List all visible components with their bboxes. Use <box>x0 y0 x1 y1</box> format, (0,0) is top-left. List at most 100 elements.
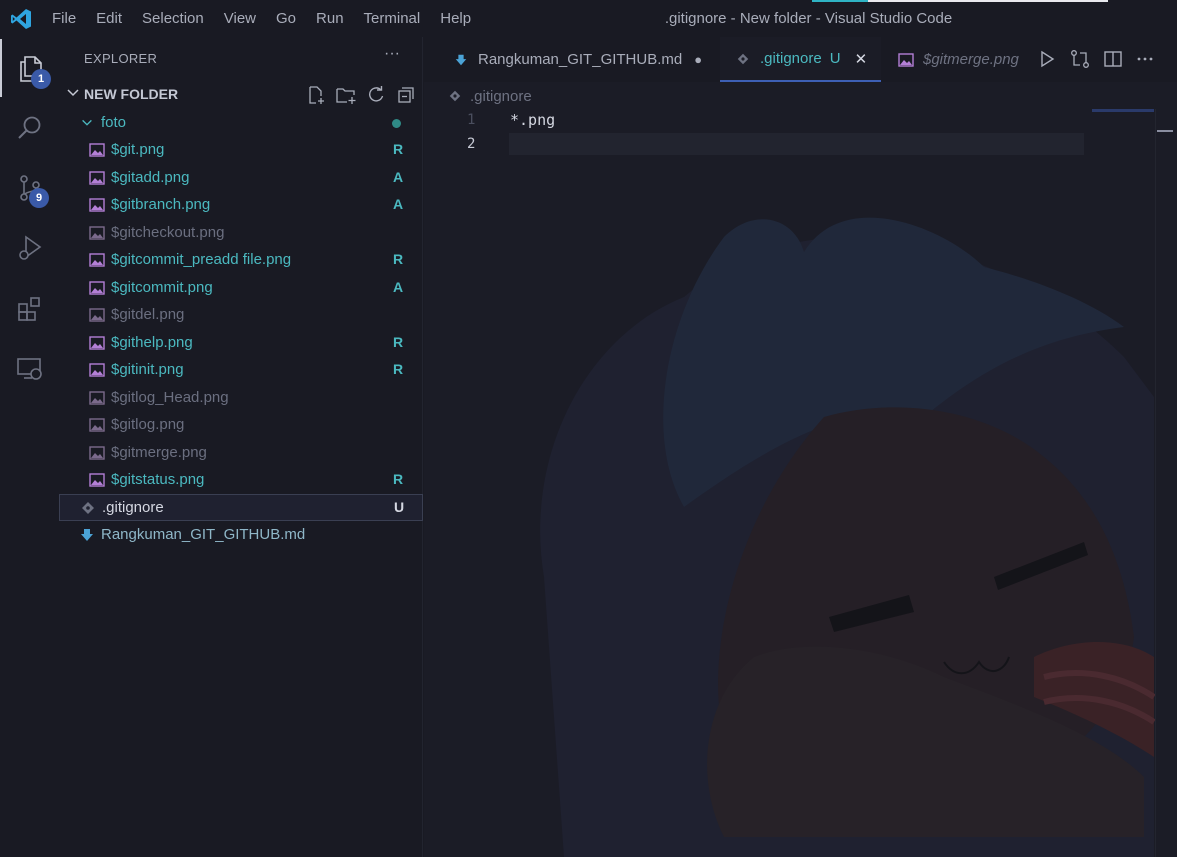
file-rangkuman-md[interactable]: Rangkuman_GIT_GITHUB.md <box>59 522 423 549</box>
editor-background-image <box>540 217 1156 857</box>
file-gitignore-label: .gitignore <box>102 499 164 516</box>
line-number-2: 2 <box>467 136 476 152</box>
git-diamond-icon <box>737 53 749 64</box>
file-name: $git.png <box>111 141 165 158</box>
image-icon <box>89 390 105 405</box>
file-row[interactable]: $gitadd.png A <box>59 165 423 192</box>
file-git-status: A <box>392 278 404 295</box>
collapse-all-icon <box>398 87 414 103</box>
scm-badge: 9 <box>29 188 49 208</box>
more-actions-icon[interactable] <box>1135 49 1155 69</box>
run-icon[interactable] <box>1037 49 1057 69</box>
editor-tabs: Rangkuman_GIT_GITHUB.md ● .gitignore U ✕… <box>424 37 1177 82</box>
file-name: $gitadd.png <box>111 168 190 186</box>
image-icon <box>898 52 914 67</box>
file-git-status: R <box>392 471 404 487</box>
search-icon <box>17 116 40 139</box>
file-name: $gitstatus.png <box>111 471 205 488</box>
file-row[interactable]: $gitcommit.png A <box>59 275 423 302</box>
refresh-button[interactable] <box>365 84 387 106</box>
file-name: $gitbranch.png <box>111 196 211 213</box>
new-file-button[interactable] <box>305 84 327 106</box>
file-name: $gitcommit_preadd file.png <box>111 251 292 268</box>
workspace-folder[interactable]: NEW FOLDER <box>59 83 423 107</box>
breadcrumb-file[interactable]: .gitignore <box>470 88 532 105</box>
image-icon <box>89 225 105 240</box>
file-row[interactable]: $gitcommit_preadd file.png R <box>59 247 423 274</box>
file-gitignore[interactable]: .gitignore U <box>59 494 423 521</box>
file-git-status: A <box>392 196 404 212</box>
vertical-scrollbar[interactable] <box>1155 109 1177 857</box>
image-icon <box>89 308 105 322</box>
activity-extensions[interactable] <box>0 279 59 337</box>
file-name: $gitinit.png <box>111 361 184 378</box>
file-row[interactable]: $gitbranch.png A <box>59 192 423 219</box>
activity-explorer[interactable]: 1 <box>0 39 59 97</box>
explorer-badge: 1 <box>31 69 51 89</box>
image-icon <box>89 473 105 487</box>
file-row[interactable]: $githelp.png R <box>59 330 423 357</box>
new-folder-button[interactable] <box>335 84 357 106</box>
scrollbar-cursor-marker <box>1157 130 1173 132</box>
explorer-more-button[interactable]: ··· <box>384 45 400 63</box>
file-git-status: R <box>392 361 404 377</box>
git-diamond-icon <box>82 502 94 514</box>
tab-gitignore-status: U <box>829 50 841 67</box>
activity-run-debug[interactable] <box>0 219 59 277</box>
collapse-all-button[interactable] <box>395 84 417 106</box>
tab-rangkuman[interactable]: Rangkuman_GIT_GITHUB.md ● <box>424 37 720 82</box>
markdown-arrow-icon <box>455 54 467 65</box>
tab-modified-dot[interactable]: ● <box>694 52 702 67</box>
markdown-arrow-icon <box>81 529 93 541</box>
refresh-icon <box>369 86 384 102</box>
file-row[interactable]: $git.png R <box>59 137 423 164</box>
image-icon <box>89 170 105 185</box>
file-rangkuman-label: Rangkuman_GIT_GITHUB.md <box>101 526 306 543</box>
image-icon <box>89 363 105 377</box>
file-row[interactable]: $gitinit.png R <box>59 357 423 384</box>
folder-foto-label: foto <box>101 114 127 131</box>
file-row[interactable]: $gitstatus.png R <box>59 467 423 494</box>
extensions-icon <box>17 297 40 321</box>
image-icon <box>89 335 105 350</box>
file-row[interactable]: $gitdel.png <box>59 302 423 329</box>
current-line-highlight <box>509 133 1084 155</box>
chevron-down-icon <box>82 119 92 126</box>
file-git-status: A <box>392 168 404 185</box>
explorer-header: EXPLORER <box>84 51 158 66</box>
folder-foto[interactable]: foto <box>59 110 423 137</box>
file-name: $gitcheckout.png <box>111 223 225 241</box>
file-git-status: R <box>392 141 404 157</box>
code-line-1[interactable]: *.png <box>510 111 555 129</box>
activity-search[interactable] <box>0 99 59 157</box>
tab-close-button[interactable]: ✕ <box>855 50 868 68</box>
explorer-sidebar: EXPLORER ··· NEW FOLDER foto $git.png R … <box>59 37 423 857</box>
activity-source-control[interactable]: 9 <box>0 159 59 217</box>
file-row[interactable]: $gitlog_Head.png <box>59 385 423 412</box>
window-title: .gitignore - New folder - Visual Studio … <box>664 10 953 27</box>
tab-gitignore[interactable]: .gitignore U ✕ <box>720 37 881 82</box>
file-row[interactable]: $gitmerge.png <box>59 440 423 467</box>
file-row[interactable]: $gitcheckout.png <box>59 220 423 247</box>
breadcrumb: .gitignore <box>448 85 532 107</box>
activity-remote-explorer[interactable] <box>0 339 59 397</box>
file-git-status: R <box>392 333 404 350</box>
file-name: $gitmerge.png <box>111 443 207 461</box>
line-number-1: 1 <box>467 112 476 128</box>
image-icon <box>89 253 105 267</box>
file-name: $gitcommit.png <box>111 278 213 296</box>
image-icon <box>89 418 105 432</box>
compare-changes-icon[interactable] <box>1069 49 1091 69</box>
file-git-status: R <box>392 251 404 267</box>
split-editor-icon[interactable] <box>1103 49 1123 69</box>
file-name: $githelp.png <box>111 333 193 351</box>
file-gitignore-status: U <box>393 499 405 515</box>
image-icon <box>89 445 105 460</box>
git-diamond-icon <box>449 90 461 102</box>
tab-gitmerge-label: $gitmerge.png <box>923 51 1019 68</box>
file-row[interactable]: $gitlog.png <box>59 412 423 439</box>
run-debug-icon <box>18 235 41 260</box>
remote-explorer-icon <box>16 358 42 380</box>
tab-gitmerge[interactable]: $gitmerge.png <box>881 37 1031 82</box>
chevron-down-icon <box>67 89 79 97</box>
